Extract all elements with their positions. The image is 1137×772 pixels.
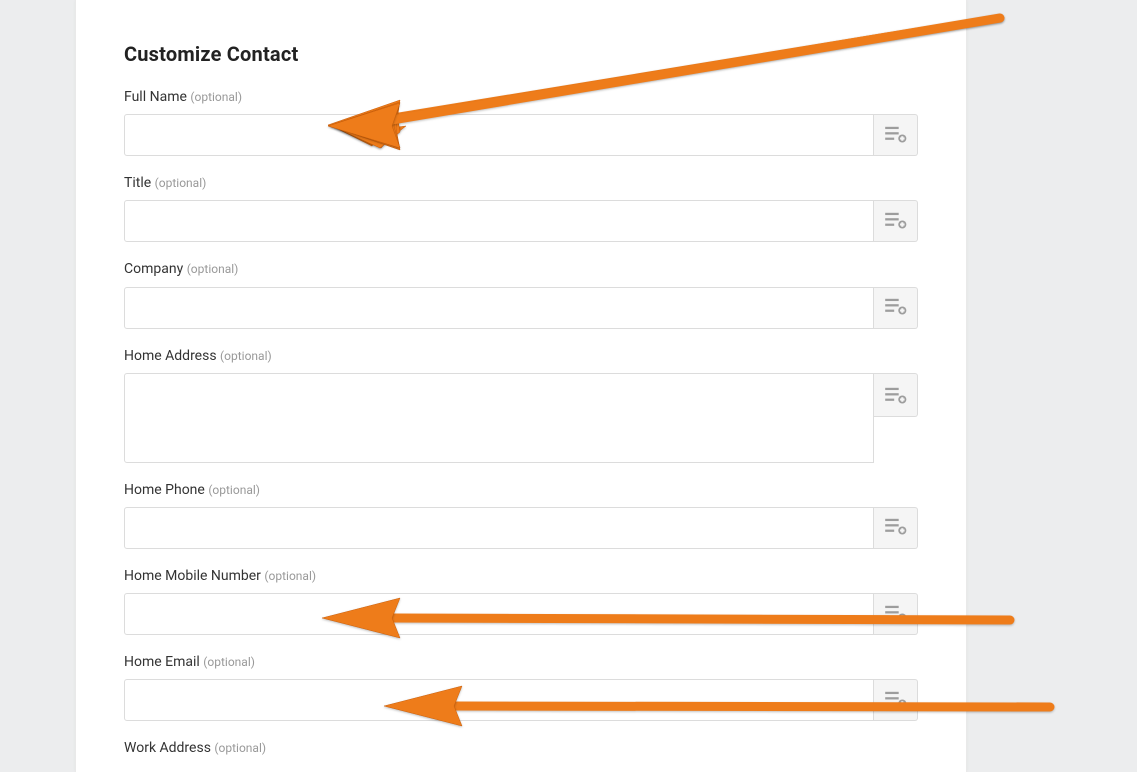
optional-hint: (optional) (203, 655, 255, 669)
form-panel: Customize Contact Full Name (optional) T… (75, 0, 967, 772)
field-label: Home Mobile Number (optional) (124, 567, 918, 585)
list-add-icon (885, 297, 907, 318)
list-add-icon (885, 211, 907, 232)
add-variable-button[interactable] (874, 373, 918, 417)
label-text: Company (124, 261, 183, 277)
field-label: Home Address (optional) (124, 347, 918, 365)
full-name-input[interactable] (124, 114, 874, 156)
list-add-icon (885, 386, 907, 407)
label-text: Full Name (124, 89, 187, 105)
add-variable-button[interactable] (874, 679, 918, 721)
field-company: Company (optional) (124, 260, 918, 328)
field-label: Home Email (optional) (124, 653, 918, 671)
field-home-phone: Home Phone (optional) (124, 481, 918, 549)
add-variable-button[interactable] (874, 593, 918, 635)
field-home-address: Home Address (optional) (124, 347, 918, 463)
label-text: Home Mobile Number (124, 568, 261, 584)
add-variable-button[interactable] (874, 287, 918, 329)
home-phone-input[interactable] (124, 507, 874, 549)
list-add-icon (885, 690, 907, 711)
list-add-icon (885, 517, 907, 538)
optional-hint: (optional) (187, 262, 239, 276)
field-label: Full Name (optional) (124, 88, 918, 106)
company-input[interactable] (124, 287, 874, 329)
add-variable-button[interactable] (874, 507, 918, 549)
home-mobile-input[interactable] (124, 593, 874, 635)
optional-hint: (optional) (214, 741, 266, 755)
list-add-icon (885, 604, 907, 625)
field-label: Company (optional) (124, 260, 918, 278)
field-work-address: Work Address (optional) (124, 739, 918, 757)
label-text: Title (124, 175, 151, 191)
list-add-icon (885, 125, 907, 146)
label-text: Work Address (124, 740, 211, 756)
label-text: Home Phone (124, 482, 205, 498)
optional-hint: (optional) (208, 483, 260, 497)
home-email-input[interactable] (124, 679, 874, 721)
optional-hint: (optional) (155, 176, 207, 190)
page-title: Customize Contact (124, 42, 918, 66)
field-home-mobile: Home Mobile Number (optional) (124, 567, 918, 635)
optional-hint: (optional) (220, 349, 272, 363)
field-full-name: Full Name (optional) (124, 88, 918, 156)
add-variable-button[interactable] (874, 114, 918, 156)
home-address-input[interactable] (124, 373, 874, 463)
add-variable-button[interactable] (874, 200, 918, 242)
label-text: Home Address (124, 348, 217, 364)
field-home-email: Home Email (optional) (124, 653, 918, 721)
label-text: Home Email (124, 654, 200, 670)
optional-hint: (optional) (190, 90, 242, 104)
field-label: Home Phone (optional) (124, 481, 918, 499)
field-title: Title (optional) (124, 174, 918, 242)
optional-hint: (optional) (264, 569, 316, 583)
title-input[interactable] (124, 200, 874, 242)
field-label: Title (optional) (124, 174, 918, 192)
field-label: Work Address (optional) (124, 739, 918, 757)
